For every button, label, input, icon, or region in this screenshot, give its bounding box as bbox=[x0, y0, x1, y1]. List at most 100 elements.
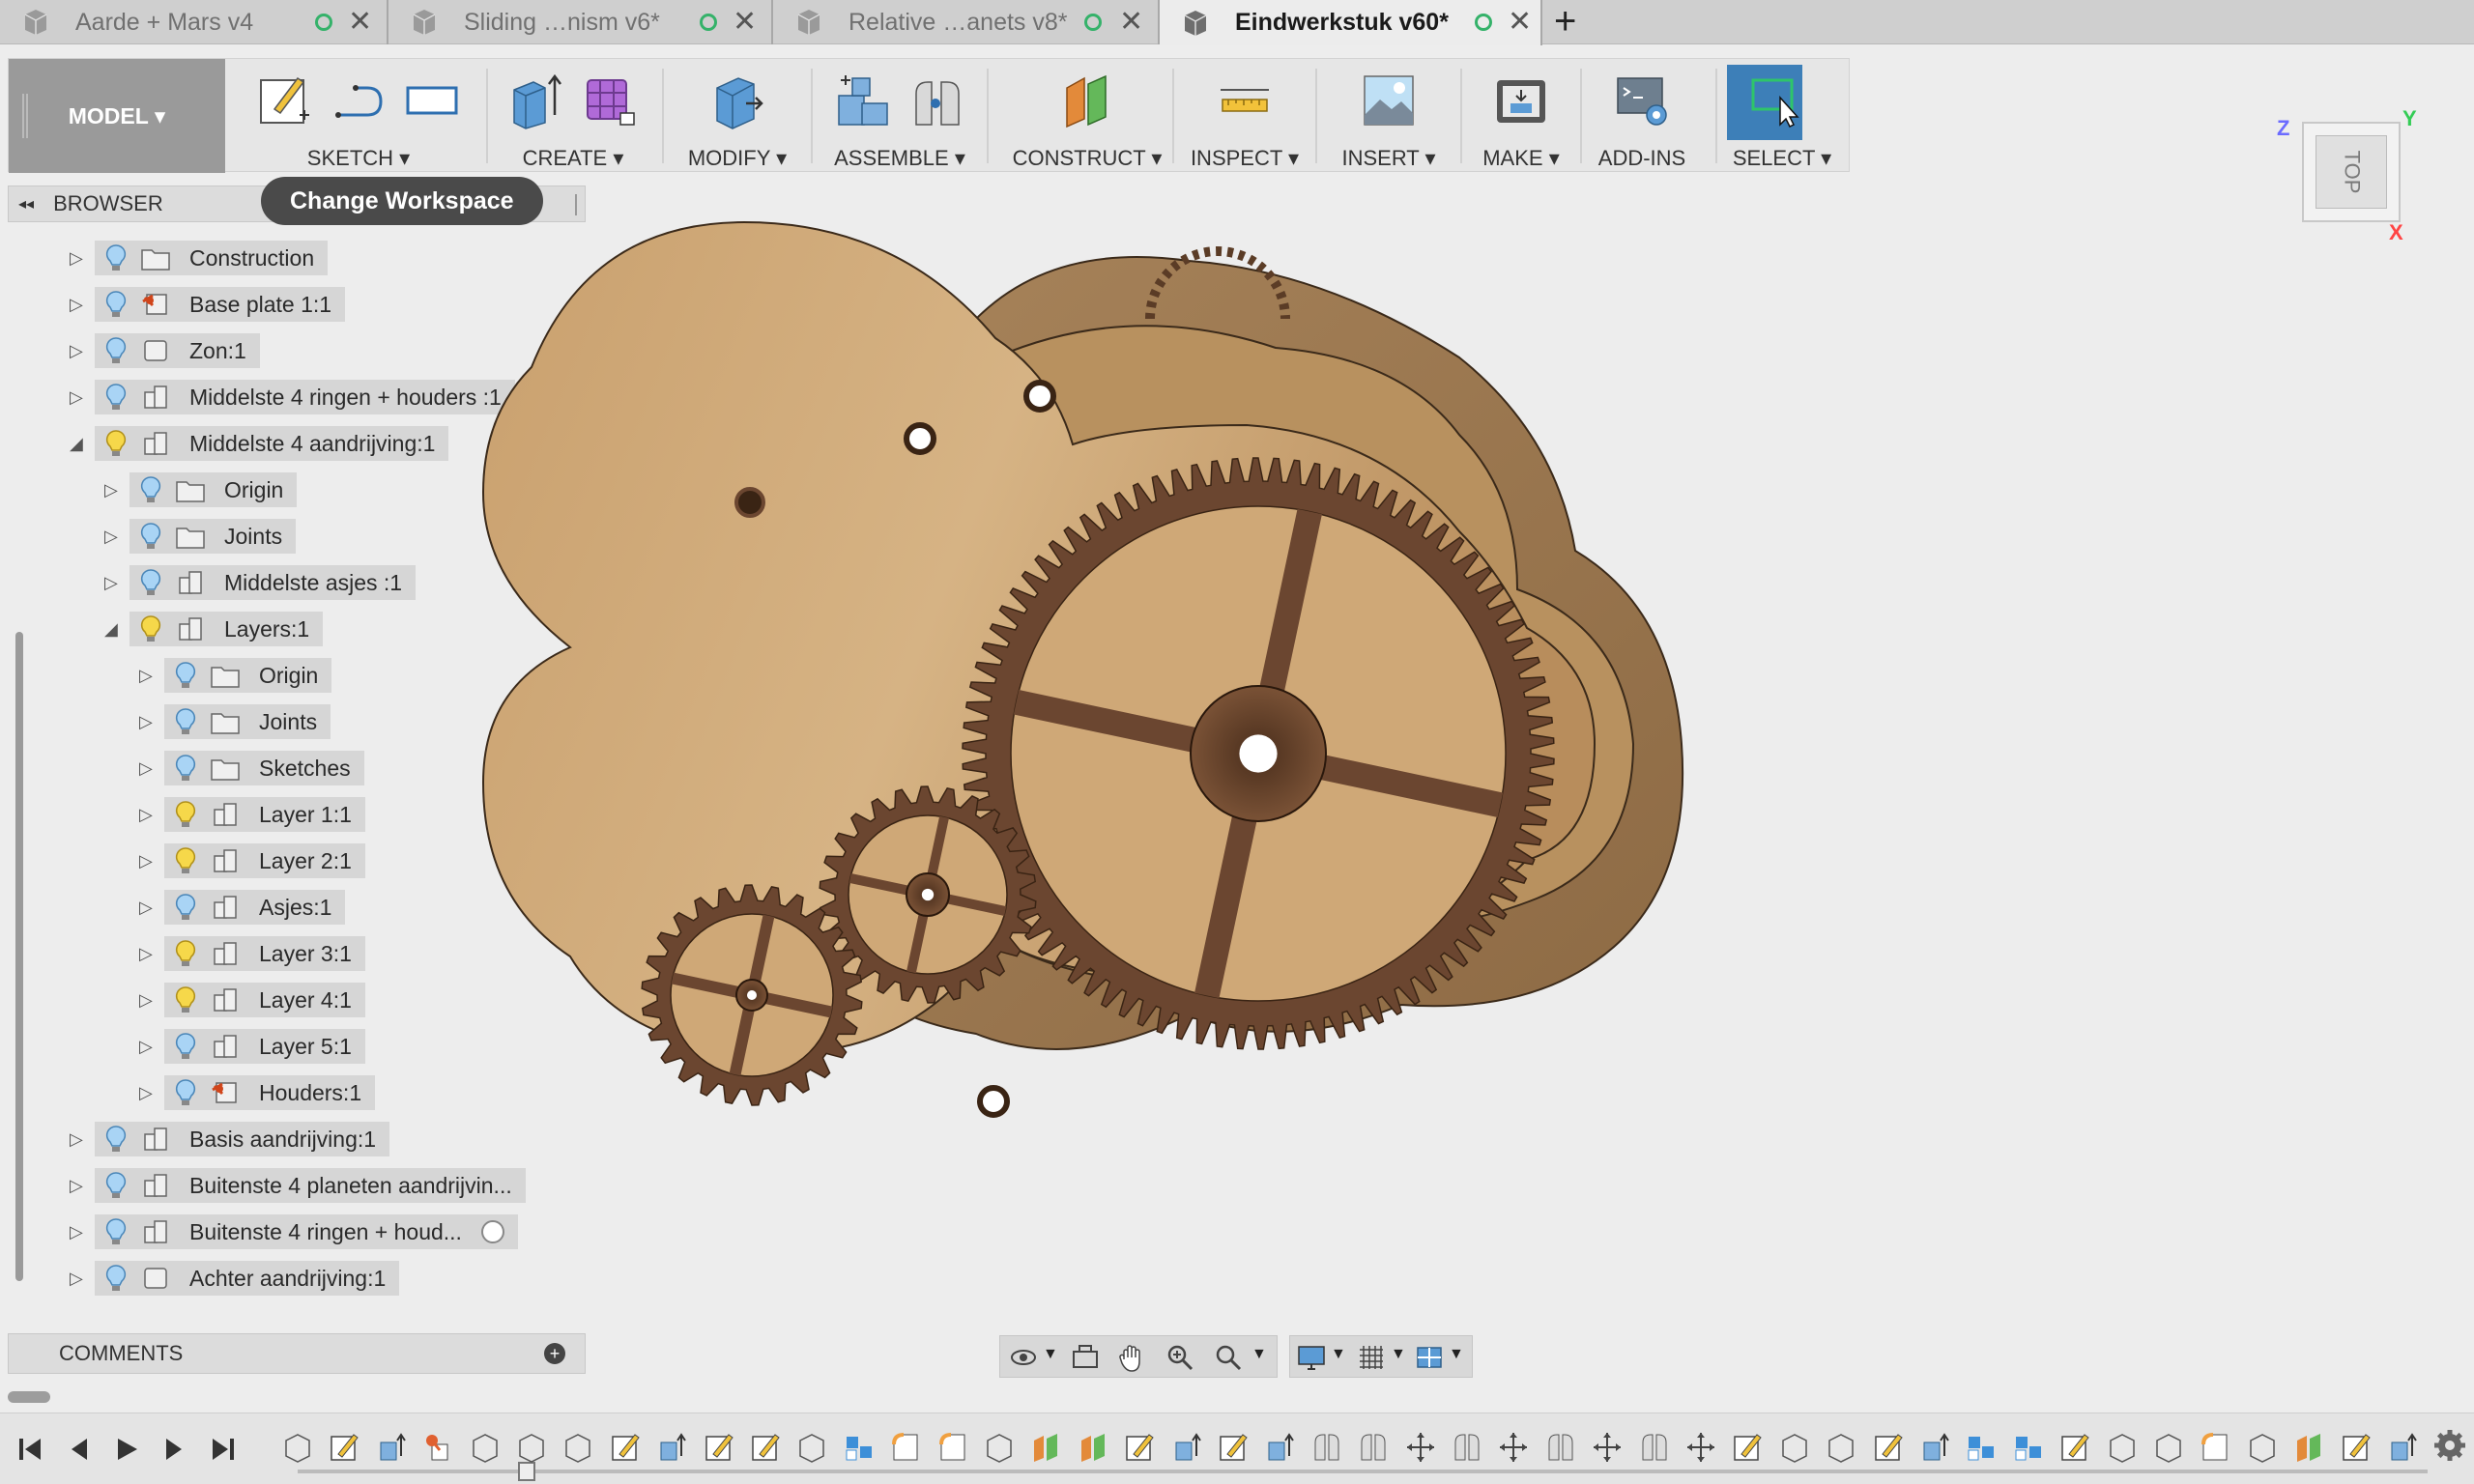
timeline-extrude-icon[interactable] bbox=[376, 1431, 407, 1464]
tree-item-chip[interactable]: Origin bbox=[164, 658, 332, 693]
form-icon[interactable] bbox=[580, 71, 640, 130]
toolbar-group-modify[interactable]: MODIFY ▾ bbox=[666, 59, 809, 173]
expand-caret-icon[interactable]: ▷ bbox=[70, 341, 95, 361]
tree-item-chip[interactable]: Layer 3:1 bbox=[164, 936, 365, 971]
timeline-sketch-icon[interactable] bbox=[704, 1431, 734, 1464]
expand-caret-icon[interactable]: ▷ bbox=[139, 851, 164, 871]
timeline-marker[interactable] bbox=[518, 1462, 535, 1481]
visibility-bulb-icon[interactable] bbox=[174, 661, 197, 690]
browser-tree-item[interactable]: ▷ Layer 1:1 bbox=[139, 796, 365, 833]
tab-relative-planets[interactable]: Relative …anets v8* ✕ bbox=[773, 0, 1160, 44]
chevron-down-icon[interactable]: ▼ bbox=[1331, 1346, 1346, 1363]
tree-item-chip[interactable]: Layer 5:1 bbox=[164, 1029, 365, 1064]
timeline-move-icon[interactable] bbox=[1685, 1431, 1716, 1464]
expand-caret-icon[interactable]: ▷ bbox=[70, 1176, 95, 1196]
timeline-pattern-icon[interactable] bbox=[844, 1431, 875, 1464]
timeline-plane-icon[interactable] bbox=[2293, 1431, 2324, 1464]
expand-caret-icon[interactable]: ▷ bbox=[104, 527, 129, 547]
visibility-bulb-icon[interactable] bbox=[139, 614, 162, 643]
toolbar-group-add-ins[interactable]: ADD-INS bbox=[1584, 59, 1700, 173]
timeline-body-icon[interactable] bbox=[2247, 1431, 2278, 1464]
chevron-down-icon[interactable]: ▼ bbox=[1391, 1346, 1406, 1363]
timeline-plane-icon[interactable] bbox=[1078, 1431, 1108, 1464]
timeline-joint-icon[interactable] bbox=[1452, 1431, 1482, 1464]
timeline-body-icon[interactable] bbox=[2107, 1431, 2138, 1464]
orbit-icon[interactable] bbox=[1008, 1342, 1039, 1373]
browser-tree-item[interactable]: ▷ Origin bbox=[139, 657, 332, 694]
go-to-start-icon[interactable] bbox=[14, 1433, 46, 1466]
new-tab-button[interactable]: + bbox=[1554, 2, 1576, 41]
go-to-end-icon[interactable] bbox=[207, 1433, 240, 1466]
expand-caret-icon[interactable]: ▷ bbox=[139, 666, 164, 686]
viewcube-top-face[interactable]: TOP bbox=[2316, 135, 2387, 209]
toolbar-group-assemble[interactable]: ASSEMBLE ▾ bbox=[817, 59, 983, 173]
timeline-body-icon[interactable] bbox=[562, 1431, 593, 1464]
chevron-down-icon[interactable]: ▼ bbox=[1251, 1346, 1267, 1363]
tree-item-chip[interactable]: Layer 2:1 bbox=[164, 843, 365, 878]
toolbar-group-inspect[interactable]: INSPECT ▾ bbox=[1176, 59, 1313, 173]
timeline-extrude-icon[interactable] bbox=[1919, 1431, 1950, 1464]
tree-item-chip[interactable]: Basis aandrijving:1 bbox=[95, 1122, 390, 1156]
timeline-plane-icon[interactable] bbox=[1030, 1431, 1061, 1464]
tree-item-chip[interactable]: Layers:1 bbox=[129, 612, 324, 646]
timeline-sketch-icon[interactable] bbox=[329, 1431, 360, 1464]
browser-tree-item[interactable]: ◢ Middelste 4 aandrijving:1 bbox=[70, 425, 449, 462]
expand-caret-icon[interactable]: ▷ bbox=[139, 944, 164, 964]
visibility-bulb-icon[interactable] bbox=[174, 1078, 197, 1107]
timeline-sketch-icon[interactable] bbox=[1124, 1431, 1155, 1464]
timeline-sketch-icon[interactable] bbox=[750, 1431, 781, 1464]
zoom-icon[interactable] bbox=[1165, 1342, 1195, 1373]
timeline-body-icon[interactable] bbox=[1779, 1431, 1810, 1464]
collapse-panel-icon[interactable]: ◂◂ bbox=[18, 194, 34, 214]
browser-tree-item[interactable]: ▷ Layer 5:1 bbox=[139, 1028, 365, 1065]
close-icon[interactable]: ✕ bbox=[348, 8, 372, 37]
tree-item-chip[interactable]: Origin bbox=[129, 472, 298, 507]
timeline-pattern-icon[interactable] bbox=[2013, 1431, 2044, 1464]
browser-tree-item[interactable]: ▷ Joints bbox=[104, 518, 297, 555]
timeline-sketch-icon[interactable] bbox=[610, 1431, 641, 1464]
fit-zoom-icon[interactable] bbox=[1213, 1342, 1244, 1373]
visibility-bulb-icon[interactable] bbox=[104, 1171, 128, 1200]
tree-item-chip[interactable]: Layer 4:1 bbox=[164, 983, 365, 1017]
step-back-icon[interactable] bbox=[62, 1433, 95, 1466]
tab-sliding-mechanism[interactable]: Sliding …nism v6* ✕ bbox=[388, 0, 773, 44]
insert-image-icon[interactable] bbox=[1359, 71, 1419, 130]
visibility-bulb-icon[interactable] bbox=[174, 939, 197, 968]
tree-item-chip[interactable]: Asjes:1 bbox=[164, 890, 346, 925]
toolbar-grip[interactable] bbox=[22, 94, 28, 138]
expand-caret-icon[interactable]: ▷ bbox=[104, 480, 129, 500]
timeline-move-icon[interactable] bbox=[1592, 1431, 1623, 1464]
tree-item-chip[interactable]: Achter aandrijving:1 bbox=[95, 1261, 400, 1296]
timeline-joint-icon[interactable] bbox=[1358, 1431, 1389, 1464]
visibility-bulb-icon[interactable] bbox=[104, 290, 128, 319]
timeline-pin-icon[interactable] bbox=[422, 1431, 453, 1464]
rectangle-icon[interactable] bbox=[402, 71, 462, 130]
browser-tree-item[interactable]: ▷ Origin bbox=[104, 471, 298, 508]
expand-caret-icon[interactable]: ▷ bbox=[139, 758, 164, 779]
tab-eindwerkstuk[interactable]: Eindwerkstuk v60* ✕ bbox=[1160, 0, 1542, 45]
viewports-icon[interactable] bbox=[1414, 1342, 1445, 1373]
timeline-extrude-icon[interactable] bbox=[656, 1431, 687, 1464]
timeline-extrude-icon[interactable] bbox=[2387, 1431, 2418, 1464]
extrude-icon[interactable] bbox=[506, 71, 566, 130]
timeline-sketch-icon[interactable] bbox=[1873, 1431, 1904, 1464]
scrollbar-thumb[interactable] bbox=[15, 632, 23, 1281]
visibility-bulb-icon[interactable] bbox=[104, 1217, 128, 1246]
3d-print-icon[interactable] bbox=[1491, 71, 1551, 130]
visibility-bulb-icon[interactable] bbox=[104, 1264, 128, 1293]
tab-aarde-mars[interactable]: Aarde + Mars v4 ✕ bbox=[0, 0, 388, 44]
gear-icon[interactable] bbox=[2431, 1427, 2468, 1464]
timeline-sketch-icon[interactable] bbox=[2059, 1431, 2090, 1464]
timeline-fillet-icon[interactable] bbox=[890, 1431, 921, 1464]
viewcube-box[interactable]: TOP bbox=[2302, 122, 2401, 222]
toolbar-group-construct[interactable]: CONSTRUCT ▾ bbox=[991, 59, 1184, 173]
browser-tree-item[interactable]: ▷ Layer 3:1 bbox=[139, 935, 365, 972]
timeline-joint-icon[interactable] bbox=[1639, 1431, 1670, 1464]
horizontal-scrollbar[interactable] bbox=[8, 1391, 50, 1403]
toolbar-group-make[interactable]: MAKE ▾ bbox=[1464, 59, 1578, 173]
visibility-bulb-icon[interactable] bbox=[174, 985, 197, 1014]
visibility-bulb-icon[interactable] bbox=[174, 846, 197, 875]
expand-caret-icon[interactable]: ▷ bbox=[70, 295, 95, 315]
line-icon[interactable] bbox=[329, 71, 388, 130]
visibility-bulb-icon[interactable] bbox=[104, 243, 128, 272]
